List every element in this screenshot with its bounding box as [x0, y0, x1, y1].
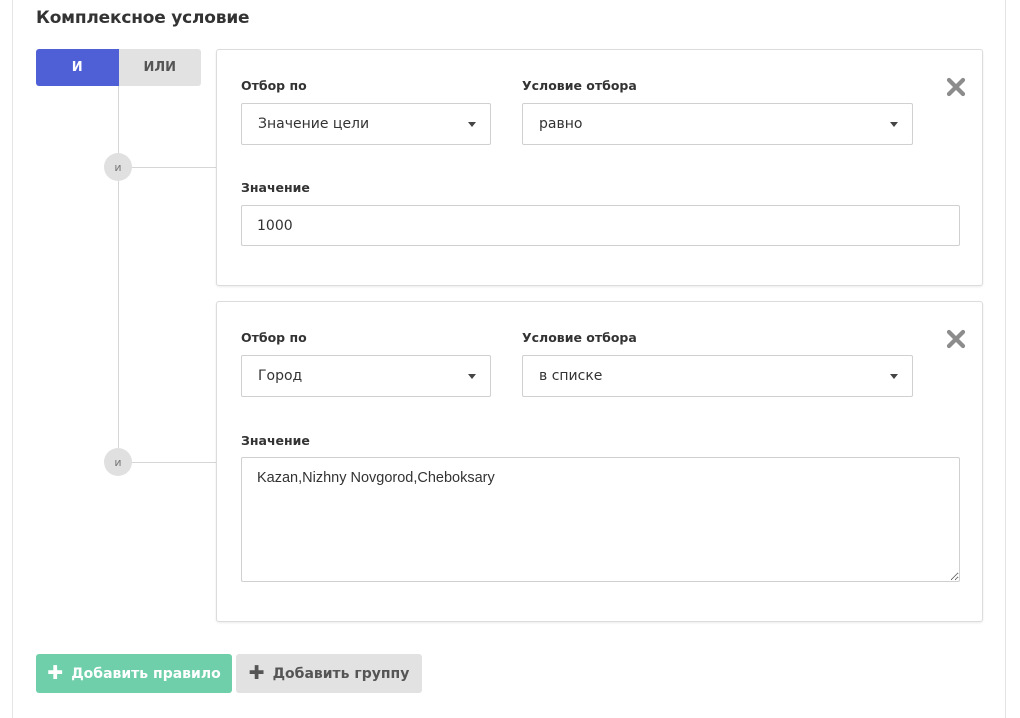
caret-down-icon [468, 374, 476, 379]
logic-toggle: И ИЛИ [36, 49, 201, 86]
add-rule-button[interactable]: ✚ Добавить правило [36, 654, 232, 693]
filter-by-label: Отбор по [241, 330, 307, 345]
value-label: Значение [241, 180, 310, 195]
tree-branch [118, 167, 216, 168]
caret-down-icon [468, 122, 476, 127]
condition-value: в списке [539, 368, 603, 384]
filter-by-value: Значение цели [258, 116, 370, 132]
close-x-icon[interactable] [946, 77, 966, 97]
condition-select[interactable]: равно [522, 103, 913, 145]
rule-card: Отбор по Город Условие отбора в списке З… [216, 301, 983, 622]
value-input[interactable] [241, 205, 960, 246]
filter-by-value: Город [258, 368, 303, 384]
tree-line [118, 86, 119, 462]
filter-by-label: Отбор по [241, 78, 307, 93]
filter-by-select[interactable]: Значение цели [241, 103, 491, 145]
or-button[interactable]: ИЛИ [118, 49, 201, 86]
and-connector-badge: и [104, 448, 132, 476]
tree-branch [118, 462, 216, 463]
page-title: Комплексное условие [36, 8, 250, 28]
add-group-button[interactable]: ✚ Добавить группу [236, 654, 422, 693]
condition-label: Условие отбора [522, 78, 637, 93]
filter-by-select[interactable]: Город [241, 355, 491, 397]
condition-value: равно [539, 116, 583, 132]
condition-select[interactable]: в списке [522, 355, 913, 397]
rule-card: Отбор по Значение цели Условие отбора ра… [216, 49, 983, 286]
add-group-label: Добавить группу [272, 665, 410, 682]
close-x-icon[interactable] [946, 329, 966, 349]
add-rule-label: Добавить правило [71, 665, 221, 682]
value-textarea[interactable]: Kazan,Nizhny Novgorod,Cheboksary [241, 457, 960, 582]
and-button[interactable]: И [36, 49, 119, 86]
value-label: Значение [241, 433, 310, 448]
condition-label: Условие отбора [522, 330, 637, 345]
plus-icon: ✚ [47, 662, 64, 684]
plus-icon: ✚ [248, 662, 265, 684]
caret-down-icon [890, 122, 898, 127]
and-connector-badge: и [104, 153, 132, 181]
caret-down-icon [890, 374, 898, 379]
